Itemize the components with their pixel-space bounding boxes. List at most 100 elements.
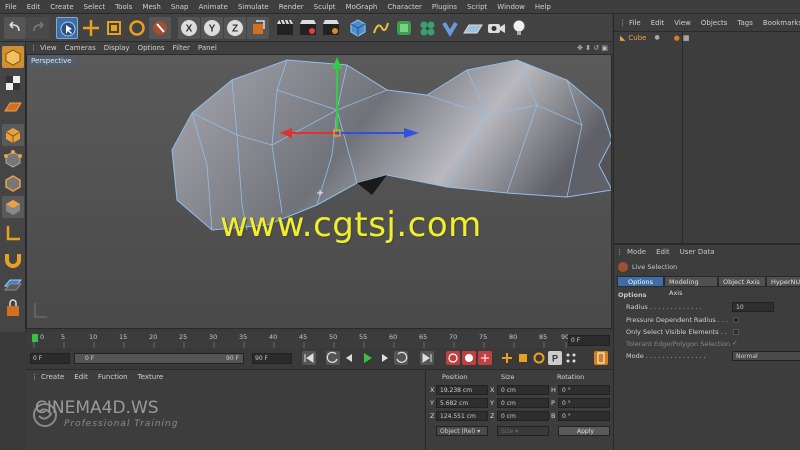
next-key-icon[interactable] xyxy=(394,351,408,365)
menu-script[interactable]: Script xyxy=(462,3,492,11)
z-axis-lock-button[interactable]: Z xyxy=(224,17,246,39)
menu-character[interactable]: Character xyxy=(382,3,427,11)
object-menu-objects[interactable]: Objects xyxy=(696,19,732,27)
tab-object-axis[interactable]: Object Axis xyxy=(718,276,766,287)
next-frame-icon[interactable] xyxy=(378,351,392,365)
menu-snap[interactable]: Snap xyxy=(166,3,194,11)
workplane-icon[interactable] xyxy=(2,96,24,118)
menu-mesh[interactable]: Mesh xyxy=(137,3,165,11)
locked-workplane-icon[interactable] xyxy=(2,298,24,320)
current-frame-field[interactable]: 0 F xyxy=(30,353,70,364)
viewport-menu-view[interactable]: View xyxy=(36,44,61,52)
go-to-end-icon[interactable] xyxy=(420,351,434,365)
menu-select[interactable]: Select xyxy=(79,3,111,11)
preview-range-slider[interactable]: 0 F 90 F xyxy=(74,353,244,364)
key-pla-icon[interactable] xyxy=(564,351,578,365)
cube-primitive-icon[interactable] xyxy=(347,17,369,39)
camera-icon[interactable] xyxy=(485,17,507,39)
menu-mograph[interactable]: MoGraph xyxy=(341,3,383,11)
playhead[interactable] xyxy=(32,334,38,342)
keyframe-selection-icon[interactable] xyxy=(478,351,492,365)
menu-window[interactable]: Window xyxy=(492,3,530,11)
rot-b-field[interactable]: 0 ° xyxy=(558,411,610,421)
recent-tools-icon[interactable] xyxy=(149,17,171,39)
object-row-cube[interactable]: ◣ Cube ● ● ▦ xyxy=(614,32,800,43)
object-menu-tags[interactable]: Tags xyxy=(732,19,758,27)
tab-modeling-axis[interactable]: Modeling Axis xyxy=(664,276,718,297)
subdivision-surface-icon[interactable] xyxy=(393,17,415,39)
render-to-picture-viewer-icon[interactable] xyxy=(297,17,319,39)
rot-p-field[interactable]: 0 ° xyxy=(558,398,610,408)
pos-z-field[interactable]: 124.551 cm xyxy=(436,411,488,421)
pos-y-field[interactable]: 5.682 cm xyxy=(436,398,488,408)
coordinate-system-icon[interactable] xyxy=(247,17,269,39)
key-scale-icon[interactable] xyxy=(516,351,530,365)
snap-magnet-icon[interactable] xyxy=(2,248,24,270)
menu-render[interactable]: Render xyxy=(274,3,309,11)
texture-tag-icon[interactable]: ▦ xyxy=(683,34,690,42)
points-mode-icon[interactable] xyxy=(2,148,24,170)
viewport-menu-cameras[interactable]: Cameras xyxy=(61,44,100,52)
phong-tag-icon[interactable]: ● xyxy=(674,34,680,42)
attribute-menu-mode[interactable]: Mode xyxy=(622,248,651,256)
apply-button[interactable]: Apply xyxy=(558,426,610,436)
size-y-field[interactable]: 0 cm xyxy=(497,398,549,408)
menu-plugins[interactable]: Plugins xyxy=(427,3,462,11)
attribute-menu-user-data[interactable]: User Data xyxy=(675,248,720,256)
floor-icon[interactable] xyxy=(462,17,484,39)
previous-frame-icon[interactable] xyxy=(342,351,356,365)
pos-x-field[interactable]: 19.238 cm xyxy=(436,385,488,395)
timeline-window-icon[interactable] xyxy=(594,351,608,365)
polygons-mode-icon[interactable] xyxy=(2,196,24,218)
coordinate-mode-dropdown[interactable]: Object (Rel) ▾ xyxy=(436,426,488,436)
object-menu-edit[interactable]: Edit xyxy=(646,19,670,27)
render-settings-icon[interactable] xyxy=(320,17,342,39)
object-menu-bookmarks[interactable]: Bookmarks xyxy=(758,19,800,27)
key-rotation-icon[interactable] xyxy=(532,351,546,365)
redo-icon[interactable] xyxy=(27,17,49,39)
record-keys-icon[interactable] xyxy=(446,351,460,365)
y-axis-lock-button[interactable]: Y xyxy=(201,17,223,39)
tab-options[interactable]: Options xyxy=(617,276,664,287)
light-icon[interactable] xyxy=(508,17,530,39)
axis-mode-icon[interactable] xyxy=(2,222,24,244)
menu-help[interactable]: Help xyxy=(530,3,556,11)
key-parameter-icon[interactable]: P xyxy=(548,351,562,365)
scale-icon[interactable] xyxy=(103,17,125,39)
undo-icon[interactable] xyxy=(4,17,26,39)
tolerant-selection-checkmark[interactable]: ✓ xyxy=(732,339,738,347)
attribute-menu-edit[interactable]: Edit xyxy=(651,248,675,256)
play-icon[interactable] xyxy=(360,351,374,365)
previous-key-icon[interactable] xyxy=(326,351,340,365)
rotate-icon[interactable] xyxy=(126,17,148,39)
autokey-icon[interactable] xyxy=(462,351,476,365)
key-position-icon[interactable] xyxy=(500,351,514,365)
rot-h-field[interactable]: 0 ° xyxy=(558,385,610,395)
edges-mode-icon[interactable] xyxy=(2,172,24,194)
make-editable-icon[interactable] xyxy=(2,46,24,68)
menu-edit[interactable]: Edit xyxy=(22,3,46,11)
move-icon[interactable] xyxy=(80,17,102,39)
viewport-menu-options[interactable]: Options xyxy=(134,44,169,52)
x-axis-lock-button[interactable]: X xyxy=(178,17,200,39)
object-menu-view[interactable]: View xyxy=(669,19,696,27)
workplane-lock-icon[interactable] xyxy=(2,274,24,296)
material-menu-function[interactable]: Function xyxy=(93,373,133,381)
visible-only-checkbox[interactable] xyxy=(733,329,739,335)
size-z-field[interactable]: 0 cm xyxy=(497,411,549,421)
spline-pen-icon[interactable] xyxy=(370,17,392,39)
preview-max-field[interactable]: 90 F xyxy=(252,353,292,364)
live-selection-icon[interactable] xyxy=(56,17,78,39)
cloner-icon[interactable] xyxy=(416,17,438,39)
3d-viewport[interactable]: Perspective xyxy=(26,54,612,329)
menu-create[interactable]: Create xyxy=(45,3,78,11)
material-menu-create[interactable]: Create xyxy=(36,373,69,381)
size-mode-dropdown[interactable]: Size ▾ xyxy=(497,426,549,436)
menu-tools[interactable]: Tools xyxy=(110,3,137,11)
viewport-menu-filter[interactable]: Filter xyxy=(169,44,194,52)
menu-simulate[interactable]: Simulate xyxy=(233,3,274,11)
radius-field[interactable]: 10 xyxy=(732,302,774,312)
tab-hypernurbs[interactable]: HyperNU xyxy=(766,276,800,287)
viewport-menu-panel[interactable]: Panel xyxy=(194,44,221,52)
viewport-menu-display[interactable]: Display xyxy=(100,44,134,52)
